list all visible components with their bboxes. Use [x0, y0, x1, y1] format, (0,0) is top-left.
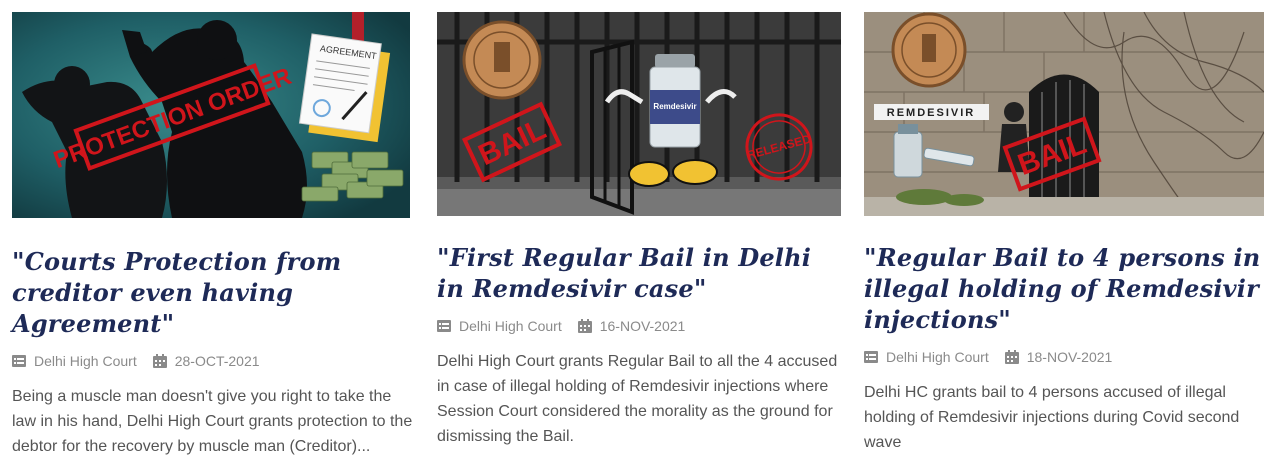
article-meta: Delhi High Court 28-OCT-2021: [12, 351, 412, 371]
article-card: AGREEMENT PROTECTION ORDER "Courts Prote…: [12, 12, 412, 459]
article-excerpt: Delhi HC grants bail to 4 persons accuse…: [864, 384, 1240, 451]
article-image[interactable]: AGREEMENT PROTECTION ORDER: [12, 12, 410, 218]
list-icon: [437, 320, 451, 332]
list-icon: [12, 355, 26, 367]
category-label[interactable]: Delhi High Court: [886, 349, 989, 365]
remdesivir-label: REMDESIVIR: [887, 107, 975, 119]
bail-jail-illustration: Remdesivir BAIL RELEASED: [437, 12, 841, 216]
article-grid: AGREEMENT PROTECTION ORDER "Courts Prote…: [0, 0, 1280, 470]
article-card: Remdesivir BAIL RELEASED "First Regular …: [437, 12, 841, 449]
calendar-icon: [152, 354, 167, 368]
date-label: 18-NOV-2021: [1026, 349, 1113, 365]
list-icon: [864, 351, 878, 363]
date-meta: 18-NOV-2021: [1004, 349, 1113, 365]
article-image[interactable]: Remdesivir BAIL RELEASED: [437, 12, 841, 216]
date-label: 16-NOV-2021: [599, 318, 686, 334]
category-label[interactable]: Delhi High Court: [34, 353, 137, 369]
category-meta: Delhi High Court: [864, 349, 989, 365]
category-label[interactable]: Delhi High Court: [459, 318, 562, 334]
category-meta: Delhi High Court: [437, 318, 562, 334]
article-title[interactable]: "Regular Bail to 4 persons in illegal ho…: [864, 242, 1264, 335]
protection-order-illustration: AGREEMENT PROTECTION ORDER: [12, 12, 410, 218]
date-meta: 28-OCT-2021: [152, 353, 260, 369]
article-title[interactable]: "First Regular Bail in Delhi in Remdesiv…: [437, 242, 837, 304]
date-label: 28-OCT-2021: [174, 353, 260, 369]
article-excerpt: Being a muscle man doesn't give you righ…: [12, 388, 413, 455]
article-meta: Delhi High Court 16-NOV-2021: [437, 316, 837, 336]
date-meta: 16-NOV-2021: [577, 318, 686, 334]
article-card: REMDESIVIR BAIL "Regular Bail to 4 perso…: [864, 12, 1264, 455]
vial-label: Remdesivir: [653, 102, 696, 111]
category-meta: Delhi High Court: [12, 353, 137, 369]
remdesivir-bail-illustration: REMDESIVIR BAIL: [864, 12, 1264, 216]
calendar-icon: [577, 319, 592, 333]
article-excerpt: Delhi High Court grants Regular Bail to …: [437, 353, 838, 445]
article-title[interactable]: "Courts Protection from creditor even ha…: [12, 246, 412, 339]
article-image[interactable]: REMDESIVIR BAIL: [864, 12, 1264, 216]
article-meta: Delhi High Court 18-NOV-2021: [864, 347, 1264, 367]
calendar-icon: [1004, 350, 1019, 364]
